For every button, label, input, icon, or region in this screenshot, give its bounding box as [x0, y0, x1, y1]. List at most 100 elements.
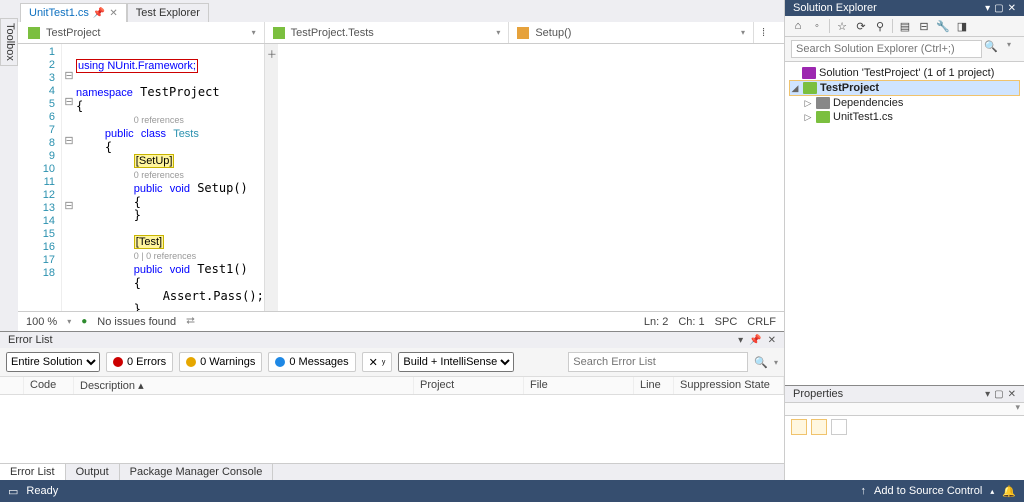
spaces-indicator[interactable]: SPC	[715, 316, 738, 328]
warning-icon	[186, 357, 196, 367]
plus-icon[interactable]: ＋	[267, 46, 277, 61]
zoom-dropdown-icon[interactable]: ▾	[67, 317, 71, 326]
bottom-tabs: Error List Output Package Manager Consol…	[0, 463, 784, 480]
properties-grid[interactable]	[785, 438, 1024, 480]
notifications-icon[interactable]: 🔔	[1002, 485, 1016, 498]
close-icon[interactable]: ✕	[1008, 3, 1016, 14]
properties-title: Properties ▾ ▢ ✕	[785, 386, 1024, 402]
close-icon[interactable]: ✕	[768, 335, 776, 346]
error-list-toolbar: Entire Solution 0 Errors 0 Warnings 0 Me…	[0, 348, 784, 377]
alphabetical-icon[interactable]	[811, 419, 827, 435]
chevron-down-icon[interactable]: ▾	[496, 28, 500, 37]
tab-test-explorer[interactable]: Test Explorer	[127, 3, 209, 22]
ok-icon: ●	[81, 316, 87, 327]
clear-filter[interactable]: ✕y	[362, 352, 393, 372]
col-file[interactable]: File	[524, 377, 634, 394]
solution-explorer-toolbar: ⌂ ◦ ☆ ⟳ ⚲ ▤ ⊟ 🔧 ◨	[785, 16, 1024, 37]
properties-icon[interactable]: 🔧	[936, 19, 950, 33]
tab-unittest1[interactable]: UnitTest1.cs 📌 ✕	[20, 3, 127, 22]
crumb-label: Setup()	[535, 27, 571, 39]
dropdown-icon[interactable]: ▾	[985, 389, 990, 400]
show-all-icon[interactable]: ▤	[898, 19, 912, 33]
tab-label: Test Explorer	[136, 7, 200, 19]
filter-icon[interactable]: ⚲	[873, 19, 887, 33]
statusbar: ▭ Ready ↑ Add to Source Control ▴ 🔔	[0, 480, 1024, 502]
views-icon[interactable]: ☆	[835, 19, 849, 33]
search-icon[interactable]: 🔍	[754, 356, 768, 369]
tree-file-unittest1[interactable]: ▷ UnitTest1.cs	[789, 110, 1020, 124]
document-tabs: UnitTest1.cs 📌 ✕ Test Explorer	[0, 0, 784, 22]
messages-filter[interactable]: 0 Messages	[268, 352, 355, 372]
col-suppression[interactable]: Suppression State	[674, 377, 784, 394]
window-icon[interactable]: ▭	[8, 485, 18, 498]
error-list-title: Error List ▾ 📌 ✕	[0, 332, 784, 348]
tree-project[interactable]: ◢ TestProject	[789, 80, 1020, 96]
code-editor[interactable]: 1234 5678 9101112 13141516 1718 ⊟⊟⊟⊟ usi…	[18, 44, 784, 311]
col-description[interactable]: Description ▴	[74, 377, 414, 394]
crumb-project[interactable]: TestProject ▾	[20, 22, 265, 43]
nav-arrows[interactable]: ⮂	[186, 315, 195, 328]
pin-icon[interactable]: 📌	[749, 335, 761, 346]
properties-object-select[interactable]	[785, 402, 1024, 416]
solution-tree[interactable]: Solution 'TestProject' (1 of 1 project) …	[785, 62, 1024, 385]
error-table-header: Code Description ▴ Project File Line Sup…	[0, 377, 784, 395]
editor-statusbar: 100 % ▾ ● No issues found ⮂ Ln: 2 Ch: 1 …	[18, 311, 784, 331]
line-gutter: 1234 5678 9101112 13141516 1718	[18, 44, 62, 311]
tree-solution[interactable]: Solution 'TestProject' (1 of 1 project)	[789, 66, 1020, 80]
lineending-indicator[interactable]: CRLF	[747, 316, 776, 328]
zoom-level[interactable]: 100 %	[26, 316, 57, 328]
split-button[interactable]: ⁞	[754, 22, 784, 43]
scroll-overview[interactable]: ＋	[264, 44, 278, 311]
code-content[interactable]: using NUnit.Framework; namespace TestPro…	[76, 44, 264, 311]
chevron-down-icon[interactable]: ▾	[741, 28, 745, 37]
collapse-icon[interactable]: ⊟	[917, 19, 931, 33]
add-source-control[interactable]: Add to Source Control	[874, 485, 982, 497]
dropdown-icon[interactable]: ▾	[738, 335, 743, 346]
categorized-icon[interactable]	[791, 419, 807, 435]
tree-dependencies[interactable]: ▷ Dependencies	[789, 96, 1020, 110]
col-code[interactable]: Code	[24, 377, 74, 394]
pin-icon[interactable]: 📌	[93, 8, 105, 19]
namespace-icon	[273, 27, 285, 39]
scope-select[interactable]: Entire Solution	[6, 352, 100, 372]
wrench-icon[interactable]	[831, 419, 847, 435]
search-dropdown-icon[interactable]: ▾	[1000, 40, 1018, 58]
errors-filter[interactable]: 0 Errors	[106, 352, 173, 372]
back-icon[interactable]: ◦	[810, 19, 824, 33]
outline-column[interactable]: ⊟⊟⊟⊟	[62, 44, 76, 311]
crumb-label: TestProject	[46, 27, 100, 39]
close-icon[interactable]: ✕	[1008, 389, 1016, 400]
preview-icon[interactable]: ◨	[955, 19, 969, 33]
tab-error-list[interactable]: Error List	[0, 464, 66, 480]
search-icon[interactable]: 🔍	[982, 40, 1000, 58]
maximize-icon[interactable]: ▢	[994, 3, 1003, 14]
col-project[interactable]: Project	[414, 377, 524, 394]
upload-icon: ↑	[861, 485, 867, 497]
error-search-input[interactable]	[568, 352, 748, 372]
tab-output[interactable]: Output	[66, 464, 120, 480]
close-icon[interactable]: ✕	[109, 8, 117, 19]
toolbox-tab[interactable]: Toolbox	[0, 18, 18, 66]
col-icon[interactable]	[0, 377, 24, 394]
solution-explorer-title: Solution Explorer ▾ ▢ ✕	[785, 0, 1024, 16]
properties-toolbar	[785, 416, 1024, 438]
maximize-icon[interactable]: ▢	[994, 389, 1003, 400]
crumb-member[interactable]: Setup() ▾	[509, 22, 754, 43]
warnings-filter[interactable]: 0 Warnings	[179, 352, 262, 372]
properties-panel: Properties ▾ ▢ ✕	[785, 385, 1024, 480]
se-search-input[interactable]	[791, 40, 982, 58]
col-line[interactable]: Line	[634, 377, 674, 394]
home-icon[interactable]: ⌂	[791, 19, 805, 33]
dropdown-icon[interactable]: ▾	[985, 3, 990, 14]
search-dropdown-icon[interactable]: ▾	[774, 358, 778, 367]
crumb-namespace[interactable]: TestProject.Tests ▾	[265, 22, 510, 43]
build-source-select[interactable]: Build + IntelliSense	[398, 352, 514, 372]
chevron-up-icon[interactable]: ▴	[990, 487, 994, 496]
breadcrumb: TestProject ▾ TestProject.Tests ▾ Setup(…	[0, 22, 784, 44]
tree-label: Dependencies	[833, 97, 903, 109]
tab-pmc[interactable]: Package Manager Console	[120, 464, 274, 480]
crumb-label: TestProject.Tests	[291, 27, 374, 39]
sync-icon[interactable]: ⟳	[854, 19, 868, 33]
chevron-down-icon[interactable]: ▾	[252, 28, 256, 37]
error-table-body	[0, 395, 784, 463]
